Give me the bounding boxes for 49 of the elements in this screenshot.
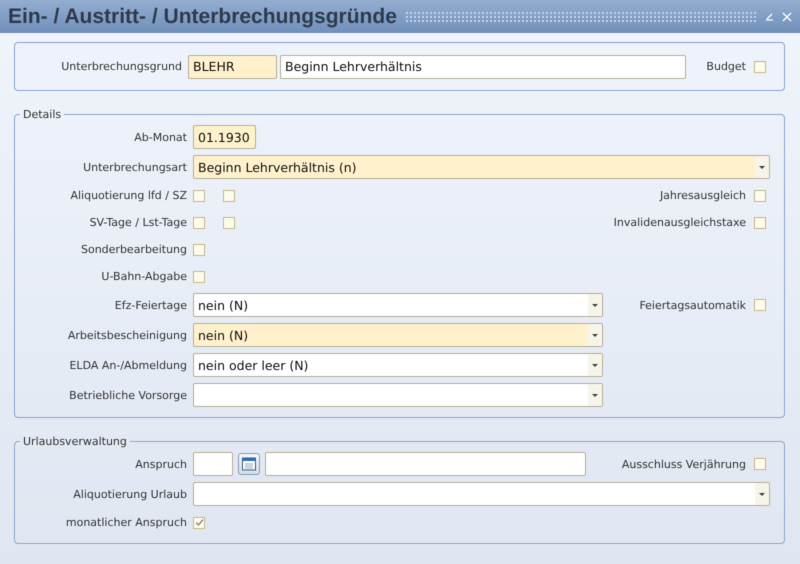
field-label: Budget: [706, 60, 746, 73]
amount-field[interactable]: [193, 452, 233, 476]
field-label: U-Bahn-Abgabe: [100, 270, 187, 283]
field-label: ELDA An-/Abmeldung: [68, 358, 187, 372]
section-title: Details: [22, 108, 62, 121]
dropdown[interactable]: [193, 383, 603, 407]
checkbox[interactable]: [754, 299, 766, 311]
field-label: Aliquotierung lfd / SZ: [69, 189, 187, 202]
calendar-icon: [241, 456, 257, 472]
dropdown[interactable]: nein oder leer (N): [193, 353, 603, 377]
field-label: Jahresausgleich: [660, 189, 746, 202]
field-label: Ausschluss Verjährung: [622, 458, 746, 470]
field-label: Unterbrechungsart: [82, 160, 187, 174]
checkbox[interactable]: [193, 244, 205, 256]
checkbox[interactable]: [223, 216, 235, 228]
window-title: Ein- / Austritt- / Unterbrechungsgründe: [8, 4, 397, 28]
code-field[interactable]: BLEHR: [188, 54, 277, 78]
checkbox[interactable]: [754, 216, 766, 228]
description-field[interactable]: Beginn Lehrverhältnis: [280, 54, 686, 78]
checkbox[interactable]: [754, 60, 766, 72]
checkbox[interactable]: [754, 190, 766, 202]
field-label: Betriebliche Vorsorge: [68, 388, 187, 402]
field-label: Efz-Feiertage: [114, 298, 187, 312]
field-label: Feiertagsautomatik: [639, 298, 746, 312]
dropdown[interactable]: Beginn Lehrverhältnis (n): [193, 155, 770, 179]
checkbox[interactable]: [193, 516, 205, 528]
dropdown[interactable]: nein (N): [193, 293, 603, 317]
minimize-icon[interactable]: [764, 12, 774, 22]
field-label: Anspruch: [134, 458, 187, 470]
dropdown[interactable]: [193, 482, 770, 506]
text-field[interactable]: 01.1930: [193, 125, 256, 149]
field-label: monatlicher Anspruch: [64, 516, 187, 529]
dropdown[interactable]: nein (N): [193, 323, 603, 347]
text-field[interactable]: [265, 452, 586, 476]
field-label: Unterbrechungsgrund: [60, 60, 183, 73]
field-label: Sonderbearbeitung: [80, 243, 187, 256]
checkbox[interactable]: [193, 270, 205, 282]
checkbox[interactable]: [754, 458, 766, 470]
field-label: Invalidenausgleichstaxe: [614, 216, 746, 229]
checkbox[interactable]: [193, 216, 205, 228]
field-label: Ab-Monat: [133, 130, 187, 144]
close-icon[interactable]: [782, 12, 792, 22]
field-label: Aliquotierung Urlaub: [72, 488, 187, 500]
checkbox[interactable]: [223, 190, 235, 202]
checkbox[interactable]: [193, 190, 205, 202]
calendar-button[interactable]: [238, 453, 260, 475]
field-label: SV-Tage / Lst-Tage: [88, 216, 187, 229]
field-label: Arbeitsbescheinigung: [66, 328, 187, 342]
section-title: Urlaubsverwaltung: [22, 435, 128, 448]
